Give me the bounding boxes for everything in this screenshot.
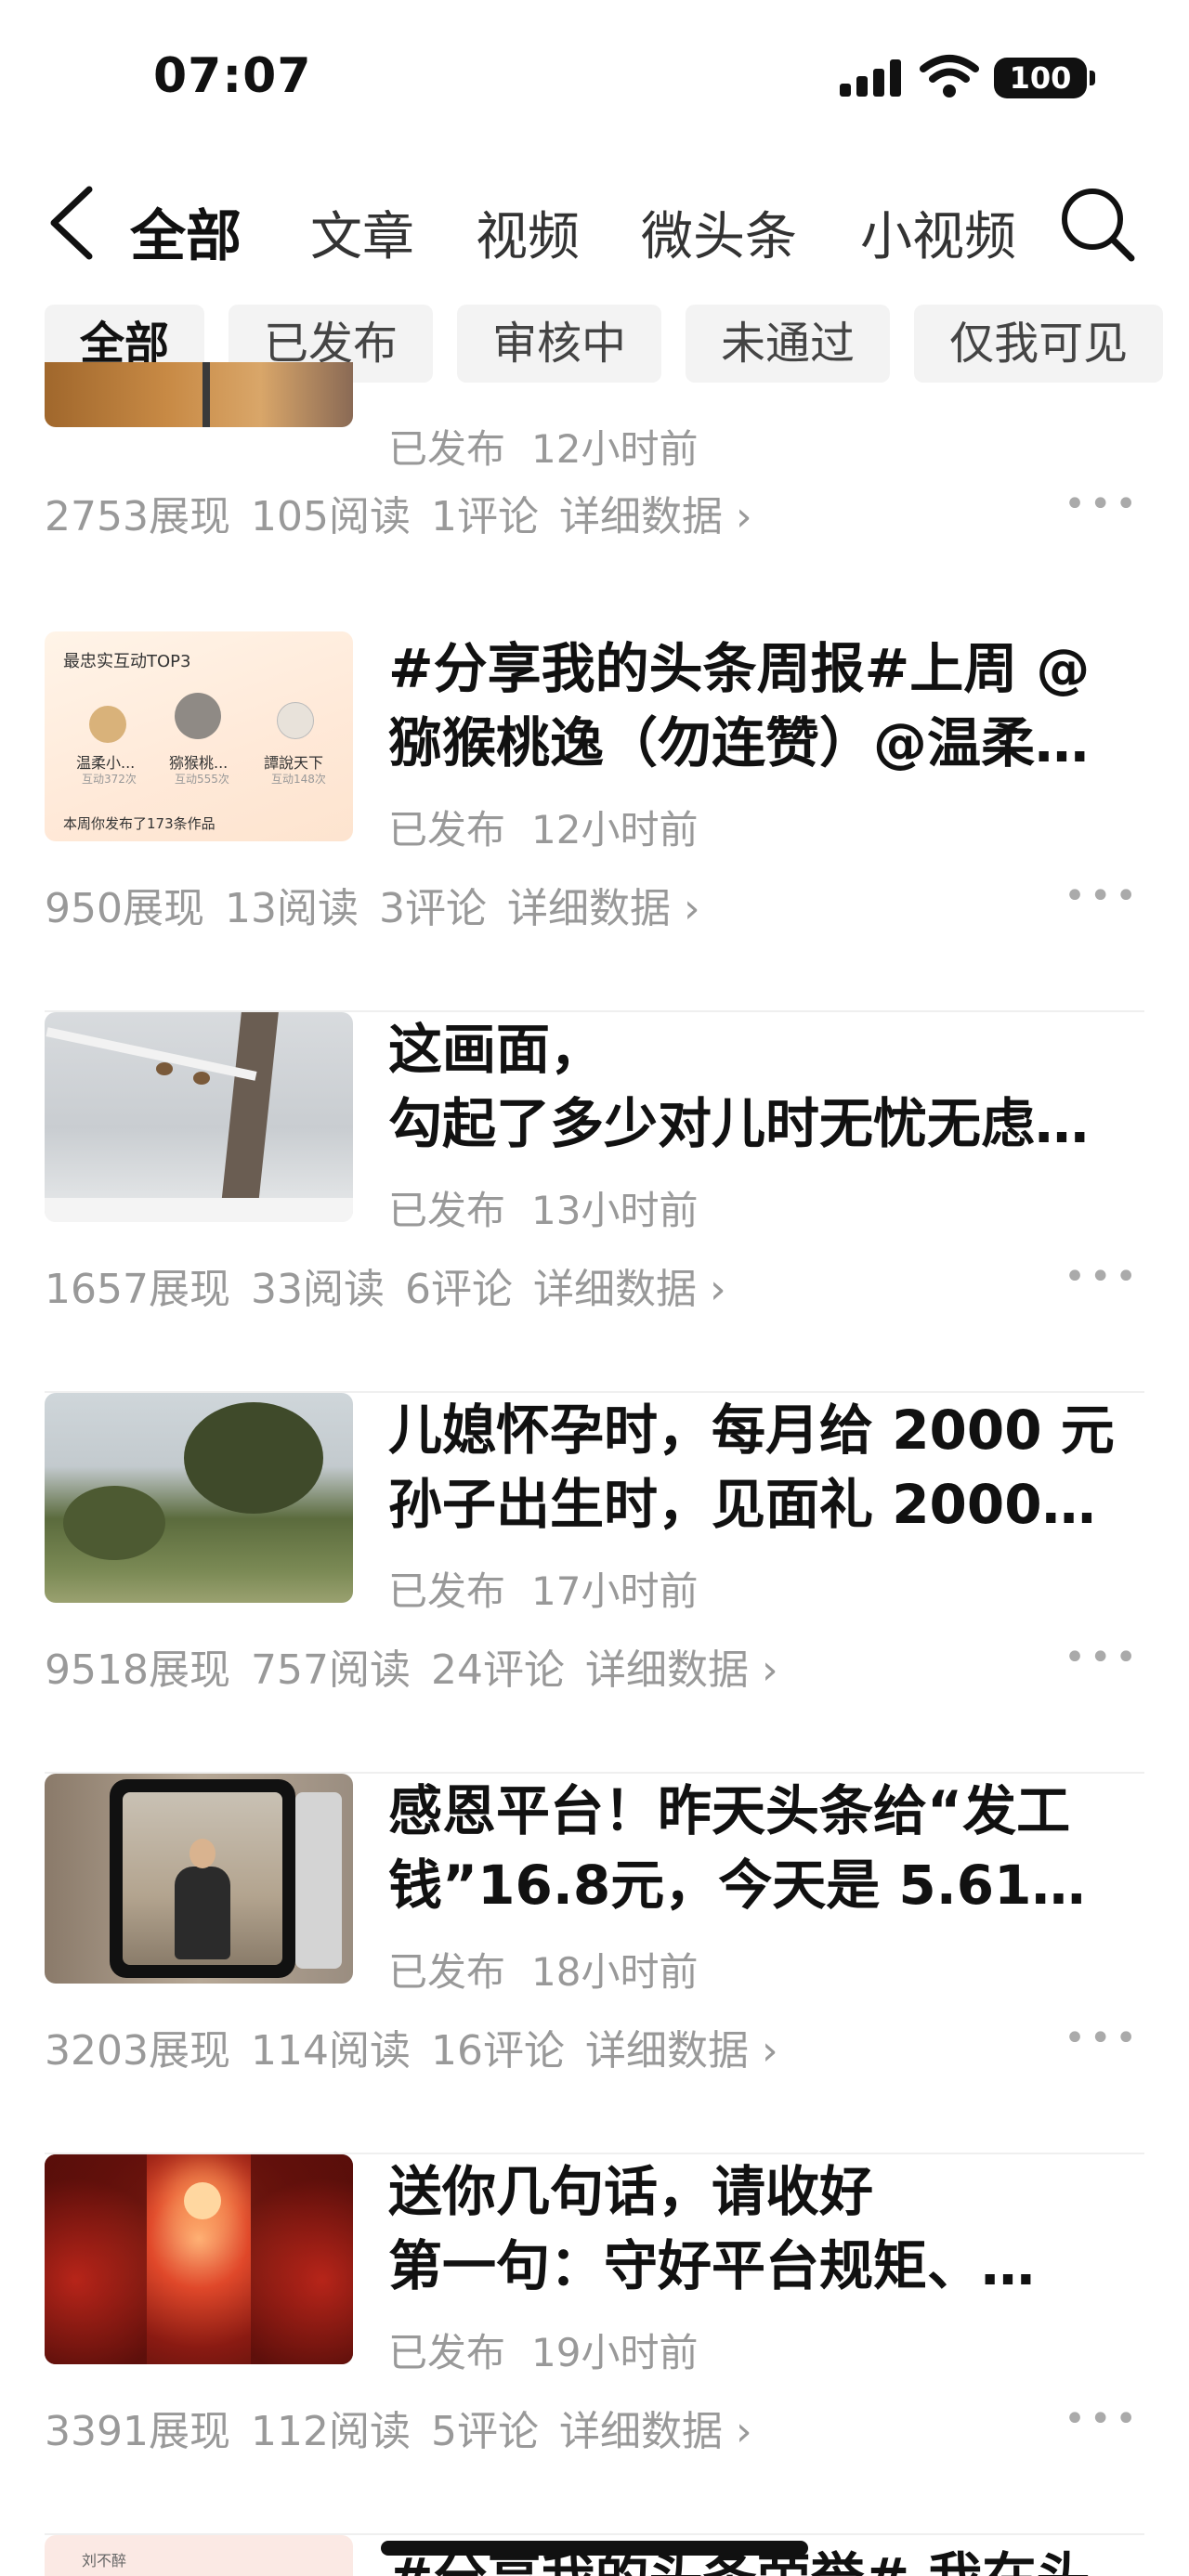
reads-count: 33阅读 [250,1266,385,1313]
thumbnail-image[interactable] [45,1012,353,1222]
filter-under-review[interactable]: 审核中 [457,305,662,383]
item-title[interactable]: 儿媳怀孕时，每月给 2000 元 孙子出生时，见面礼 2000… [388,1393,1150,1542]
thumb-heading: 最忠实互动TOP3 [63,652,191,671]
publish-time: 12小时前 [531,807,699,852]
item-title[interactable]: #分享我的头条周报#上周 @ 猕猴桃逸（勿连赞）@温柔… [388,631,1150,780]
list-item[interactable]: 最忠实互动TOP3 温柔小... 猕猴桃... 譚說天下 互动372次 互动55… [0,631,1189,1012]
signal-icon [840,58,905,97]
comments-count: 5评论 [430,2408,539,2455]
reads-count: 114阅读 [250,2027,411,2075]
publish-status: 已发布 [388,426,506,472]
back-icon[interactable] [41,180,106,266]
publish-time: 13小时前 [531,1188,699,1233]
more-icon[interactable]: ••• [1064,875,1141,917]
wifi-icon [920,55,979,98]
comments-count: 3评论 [378,885,487,932]
list-item[interactable]: 这画面， 勾起了多少对儿时无忧无虑… 已发布 13小时前 1657展现 33阅读 6评… [0,1012,1189,1393]
thumb-user: 温柔小... [76,754,136,772]
thumbnail-image[interactable]: 最忠实互动TOP3 温柔小... 猕猴桃... 譚說天下 互动372次 互动55… [45,631,353,841]
reads-count: 13阅读 [224,885,359,932]
views-count: 950展现 [45,885,204,932]
comments-count: 16评论 [430,2027,565,2075]
item-title[interactable]: 送你几句话，请收好 第一句：守好平台规矩、… [388,2154,1150,2303]
more-icon[interactable]: ••• [1064,483,1141,526]
reads-count: 757阅读 [250,1646,411,1694]
more-icon[interactable]: ••• [1064,1255,1141,1298]
item-title[interactable]: 感恩平台！昨天头条给“发工 钱”16.8元，今天是 5.61… [388,1774,1150,1922]
thumb-count: 互动148次 [271,773,326,786]
publish-time: 18小时前 [531,1949,699,1995]
detail-data-link[interactable]: 详细数据 › [507,885,700,932]
tab-short-videos[interactable]: 小视频 [860,195,1016,270]
views-count: 3203展现 [45,2027,230,2075]
publish-status: 已发布 [388,2330,506,2375]
more-icon[interactable]: ••• [1064,2017,1141,2060]
thumb-footer: 本周你发布了173条作品 [63,815,216,832]
views-count: 2753展现 [45,493,230,540]
item-title[interactable]: 这画面， 勾起了多少对儿时无忧无虑… [388,1012,1150,1161]
thumbnail-image[interactable] [45,2154,353,2364]
battery-icon: 100 [994,58,1095,98]
tab-all[interactable]: 全部 [130,191,242,272]
more-icon[interactable]: ••• [1064,1636,1141,1679]
publish-time: 12小时前 [531,426,699,472]
thumb-name: 刘不醉 [82,2552,127,2569]
detail-data-link[interactable]: 详细数据 › [559,493,752,540]
list-item[interactable]: 送你几句话，请收好 第一句：守好平台规矩、… 已发布 19小时前 3391展现 11… [0,2154,1189,2535]
publish-status: 已发布 [388,1568,506,1614]
thumb-count: 互动372次 [82,773,137,786]
detail-data-link[interactable]: 详细数据 › [559,2408,752,2455]
detail-data-link[interactable]: 详细数据 › [585,2027,778,2075]
tab-articles[interactable]: 文章 [310,195,414,270]
tab-videos[interactable]: 视频 [476,195,580,270]
status-time: 07:07 [153,48,312,104]
thumb-count: 互动555次 [175,773,229,786]
filter-rejected[interactable]: 未通过 [686,305,891,383]
thumbnail-image[interactable] [45,1774,353,1984]
home-indicator [381,2541,808,2556]
reads-count: 105阅读 [250,493,411,540]
thumb-user: 譚說天下 [264,754,324,772]
thumb-user: 猕猴桃... [169,754,229,772]
detail-data-link[interactable]: 详细数据 › [533,1266,726,1313]
thumbnail-image[interactable] [45,1393,353,1603]
list-item[interactable]: 儿媳怀孕时，每月给 2000 元 孙子出生时，见面礼 2000… 已发布 17小时… [0,1393,1189,1774]
views-count: 9518展现 [45,1646,230,1694]
detail-data-link[interactable]: 详细数据 › [585,1646,778,1694]
search-icon[interactable] [1057,184,1137,264]
status-bar: 07:07 100 [0,0,1189,158]
publish-time: 17小时前 [531,1568,699,1614]
views-count: 3391展现 [45,2408,230,2455]
list-item[interactable]: 已发布 12小时前 2753展现 105阅读 1评论 详细数据 › ••• [0,362,1189,585]
content-type-nav: 全部 文章 视频 微头条 小视频 [0,167,1189,279]
comments-count: 1评论 [430,493,539,540]
views-count: 1657展现 [45,1266,230,1313]
thumbnail-image[interactable] [45,362,353,427]
filter-private[interactable]: 仅我可见 [914,305,1164,383]
comments-count: 6评论 [404,1266,513,1313]
avatar [277,702,314,739]
more-icon[interactable]: ••• [1064,2398,1141,2440]
publish-time: 19小时前 [531,2330,699,2375]
publish-status: 已发布 [388,1188,506,1233]
publish-status: 已发布 [388,1949,506,1995]
thumbnail-image[interactable]: 刘不醉 [45,2535,353,2576]
avatar [89,706,126,743]
publish-status: 已发布 [388,807,506,852]
tab-micro-posts[interactable]: 微头条 [641,195,797,270]
comments-count: 24评论 [430,1646,565,1694]
list-item[interactable]: 感恩平台！昨天头条给“发工 钱”16.8元，今天是 5.61… 已发布 18小时前… [0,1774,1189,2154]
avatar [175,693,221,739]
reads-count: 112阅读 [250,2408,411,2455]
